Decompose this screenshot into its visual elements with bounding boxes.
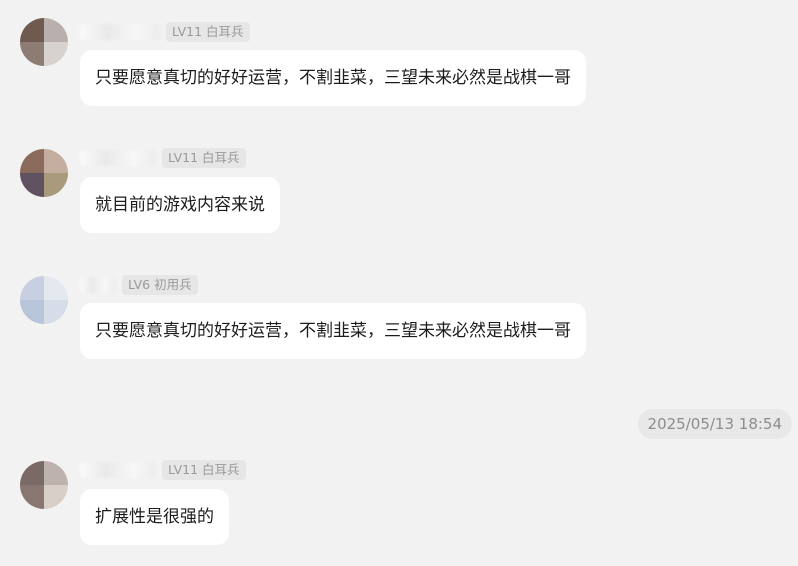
sender-info: LV11 白耳兵 [80,147,246,169]
username-blurred[interactable] [80,462,156,478]
avatar[interactable] [20,461,68,509]
message-bubble: 只要愿意真切的好好运营，不割韭菜，三望未来必然是战棋一哥 [80,50,586,106]
sender-info: LV11 白耳兵 [80,21,250,43]
username-blurred[interactable] [80,150,156,166]
level-badge: LV11 白耳兵 [162,148,246,168]
avatar[interactable] [20,18,68,66]
level-badge: LV11 白耳兵 [162,460,246,480]
username-blurred[interactable] [80,24,160,40]
avatar[interactable] [20,149,68,197]
message-bubble: 只要愿意真切的好好运营，不割韭菜，三望未来必然是战棋一哥 [80,303,586,359]
sender-info: LV11 白耳兵 [80,459,246,481]
level-badge: LV11 白耳兵 [166,22,250,42]
message-bubble: 扩展性是很强的 [80,489,229,545]
timestamp: 2025/05/13 18:54 [637,409,792,439]
username-blurred[interactable] [80,277,116,293]
level-badge: LV6 初用兵 [122,275,198,295]
sender-info: LV6 初用兵 [80,274,198,296]
message-bubble: 就目前的游戏内容来说 [80,177,280,233]
avatar[interactable] [20,276,68,324]
